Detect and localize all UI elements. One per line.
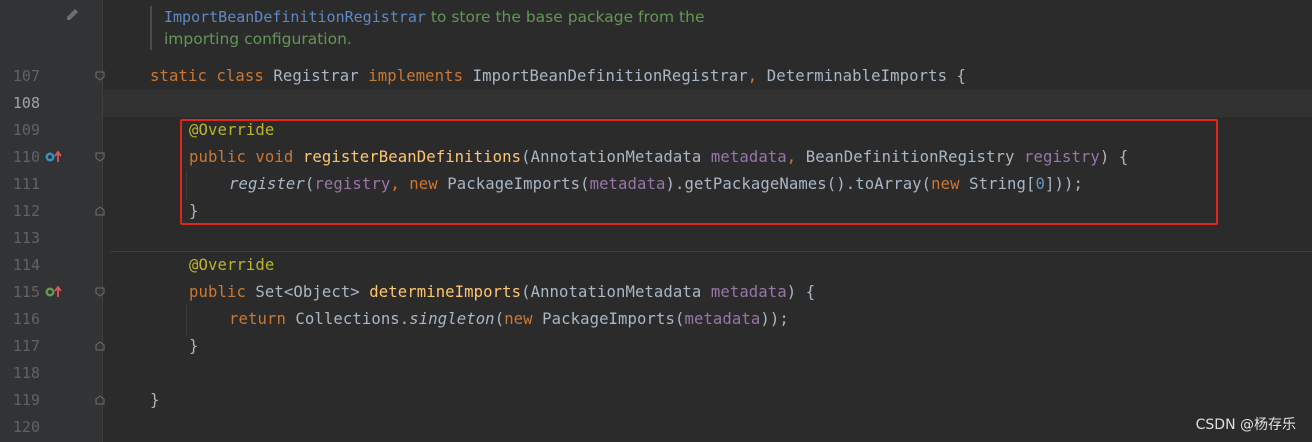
edit-doc-pencil-icon[interactable] (64, 6, 82, 24)
code-line[interactable]: 116 return Collections.singleton(new Pack… (0, 306, 1312, 333)
code-line[interactable]: 118 (0, 360, 1312, 387)
line-number[interactable]: 114 (0, 252, 40, 279)
code-text[interactable]: return Collections.singleton(new Package… (229, 306, 789, 333)
line-number[interactable]: 115 (0, 279, 40, 306)
code-token: PackageImports( (542, 310, 685, 328)
code-token: implements (368, 67, 473, 85)
code-line[interactable]: 119} (0, 387, 1312, 414)
javadoc-text-line2: importing configuration. (164, 30, 352, 48)
code-token: return (229, 310, 296, 328)
code-line[interactable]: 107 static class Registrar implements Imp… (0, 63, 1312, 90)
code-text[interactable]: } (150, 387, 160, 414)
code-token: , (747, 67, 767, 85)
code-text[interactable]: @Override (189, 252, 274, 279)
code-text[interactable]: } (189, 333, 199, 360)
code-token: Registrar (273, 67, 369, 85)
code-token: new (504, 310, 543, 328)
line-number[interactable]: 119 (0, 387, 40, 414)
implements-method-icon[interactable] (44, 285, 64, 299)
fold-marker-icon[interactable] (95, 71, 105, 81)
code-token: (AnnotationMetadata (521, 283, 711, 301)
code-line[interactable]: 108 (0, 90, 1312, 117)
implements-method-icon[interactable] (44, 150, 64, 164)
code-line[interactable]: 113 (0, 225, 1312, 252)
code-token: @Override (189, 256, 275, 274)
line-number[interactable]: 108 (0, 90, 40, 117)
line-number[interactable]: 109 (0, 117, 40, 144)
code-token: class (216, 67, 274, 85)
line-number[interactable]: 113 (0, 225, 40, 252)
code-line[interactable]: 120 (0, 414, 1312, 441)
javadoc-text-line1: to store the base package from the (425, 8, 705, 26)
line-number[interactable]: 107 (0, 63, 40, 90)
code-line[interactable]: 114 @Override (0, 252, 1312, 279)
code-token: public (189, 283, 256, 301)
javadoc-code-ref[interactable]: ImportBeanDefinitionRegistrar (164, 8, 426, 26)
code-editor[interactable]: ImportBeanDefinitionRegistrar to store t… (0, 0, 1312, 442)
line-number[interactable]: 120 (0, 414, 40, 441)
code-token: } (189, 337, 199, 355)
line-number[interactable]: 111 (0, 171, 40, 198)
code-token: Collections. (295, 310, 410, 328)
code-token: } (150, 391, 160, 409)
code-token: ( (494, 310, 505, 328)
fold-marker-icon[interactable] (95, 206, 105, 216)
code-text[interactable]: static class Registrar implements Import… (150, 63, 966, 90)
code-token: determineImports (369, 283, 522, 301)
line-number[interactable]: 116 (0, 306, 40, 333)
line-number[interactable]: 112 (0, 198, 40, 225)
code-text[interactable]: public Set<Object> determineImports(Anno… (189, 279, 815, 306)
line-number[interactable]: 118 (0, 360, 40, 387)
line-number[interactable]: 110 (0, 144, 40, 171)
code-token: static (150, 67, 217, 85)
code-line[interactable]: 115 public Set<Object> determineImports(A… (0, 279, 1312, 306)
javadoc-comment: ImportBeanDefinitionRegistrar to store t… (150, 6, 864, 50)
fold-marker-icon[interactable] (95, 152, 105, 162)
highlight-box (180, 119, 1218, 225)
code-token: metadata (710, 283, 787, 301)
code-token: singleton (409, 310, 495, 328)
fold-marker-icon[interactable] (95, 287, 105, 297)
fold-marker-icon[interactable] (95, 395, 105, 405)
line-number[interactable]: 117 (0, 333, 40, 360)
code-line[interactable]: 117} (0, 333, 1312, 360)
code-token: ImportBeanDefinitionRegistrar (472, 67, 748, 85)
watermark: CSDN @杨存乐 (1195, 417, 1296, 433)
code-token: { (956, 67, 967, 85)
code-token: Set<Object> (255, 283, 370, 301)
code-token: DeterminableImports (766, 67, 957, 85)
code-token: metadata (684, 310, 761, 328)
code-token: )); (760, 310, 789, 328)
code-token: ) { (786, 283, 816, 301)
fold-marker-icon[interactable] (95, 341, 105, 351)
